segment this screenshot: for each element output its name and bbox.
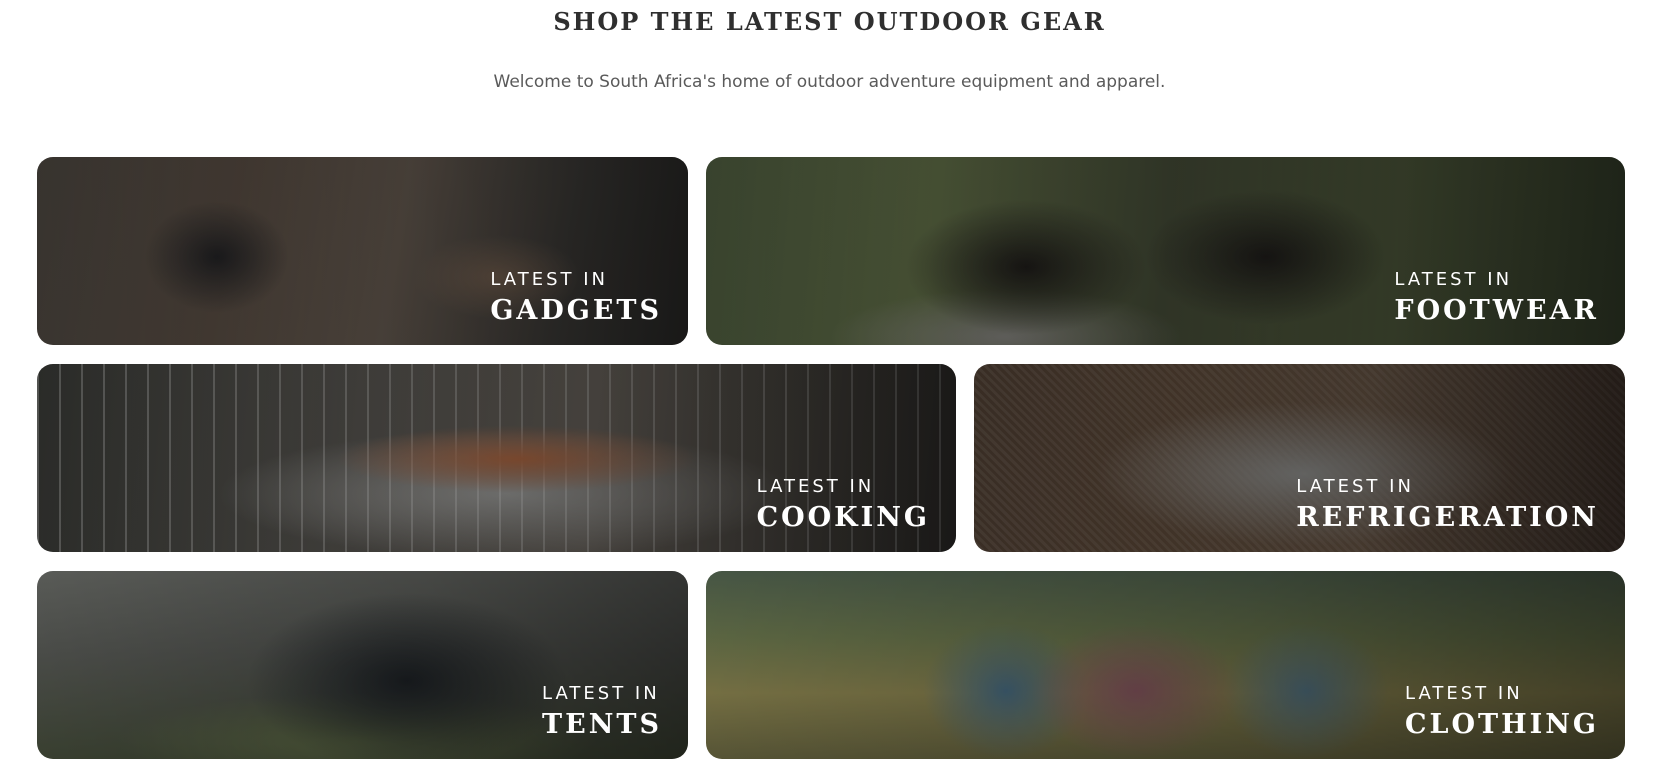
tile-caption: LATEST IN CLOTHING [1405, 683, 1599, 745]
section-subtitle: Welcome to South Africa's home of outdoo… [493, 72, 1166, 92]
category-tile-footwear[interactable]: LATEST IN FOOTWEAR [706, 157, 1625, 345]
tile-caption: LATEST IN COOKING [757, 476, 930, 538]
tile-kicker: LATEST IN [490, 269, 608, 290]
category-tile-cooking[interactable]: LATEST IN COOKING [37, 364, 956, 552]
tile-category-label: REFRIGERATION [1296, 502, 1599, 533]
tile-caption: LATEST IN REFRIGERATION [1296, 476, 1599, 538]
tile-category-label: FOOTWEAR [1394, 295, 1599, 326]
category-tile-gadgets[interactable]: LATEST IN GADGETS [37, 157, 688, 345]
category-tile-clothing[interactable]: LATEST IN CLOTHING [706, 571, 1625, 759]
tile-kicker: LATEST IN [542, 683, 660, 704]
tile-caption: LATEST IN GADGETS [490, 269, 662, 331]
category-tile-tents[interactable]: LATEST IN TENTS [37, 571, 688, 759]
section-title: SHOP THE LATEST OUTDOOR GEAR [553, 7, 1106, 36]
tile-caption: LATEST IN FOOTWEAR [1394, 269, 1599, 331]
tile-kicker: LATEST IN [1394, 269, 1513, 290]
category-tile-refrigeration[interactable]: LATEST IN REFRIGERATION [974, 364, 1625, 552]
tile-kicker: LATEST IN [756, 476, 875, 497]
tile-caption: LATEST IN TENTS [542, 683, 662, 745]
tile-category-label: CLOTHING [1405, 709, 1599, 740]
tile-category-label: TENTS [542, 709, 662, 740]
tile-category-label: COOKING [756, 502, 930, 533]
tile-category-label: GADGETS [490, 295, 662, 326]
tile-kicker: LATEST IN [1296, 476, 1414, 497]
tile-kicker: LATEST IN [1405, 683, 1523, 704]
